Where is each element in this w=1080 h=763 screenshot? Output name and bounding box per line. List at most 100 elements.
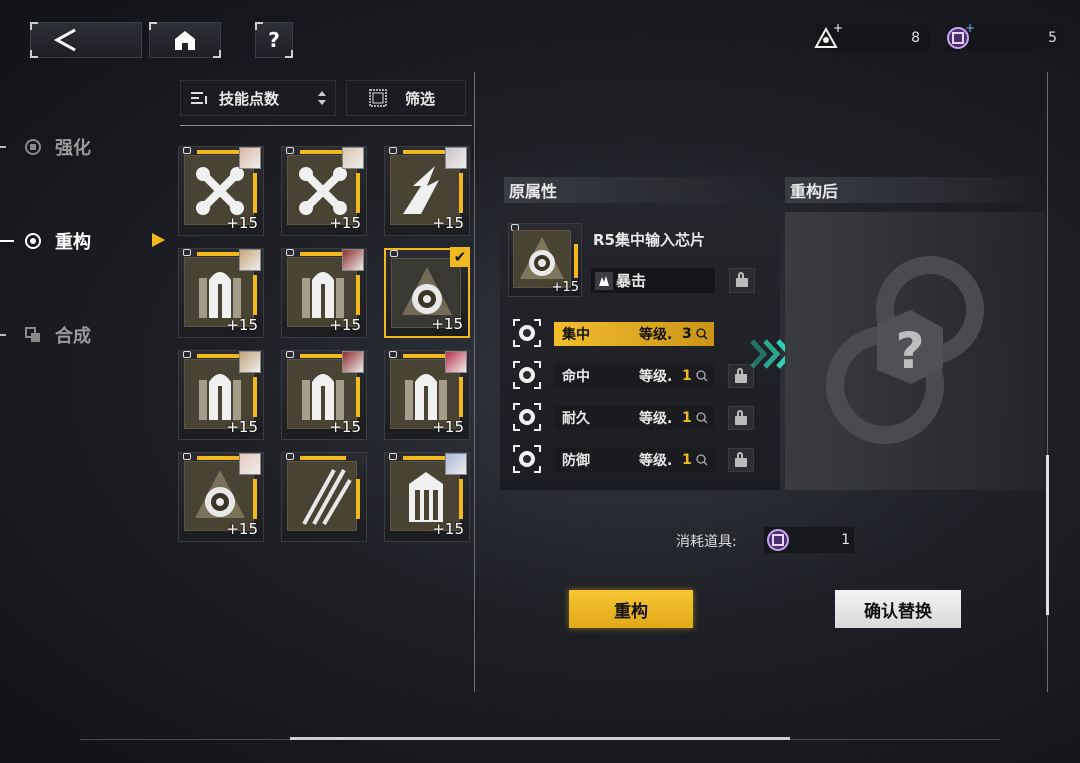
crit-icon xyxy=(595,271,613,290)
chip-card[interactable]: +15 xyxy=(281,248,367,338)
chip-card[interactable]: +15 xyxy=(384,350,470,440)
accuracy-icon xyxy=(513,361,541,389)
skill-box: 暴击 xyxy=(591,268,715,293)
filter-label: 筛选 xyxy=(405,89,436,108)
chip-card[interactable]: +15 xyxy=(281,146,367,236)
chip-bar xyxy=(403,456,449,460)
chip-bonus: +15 xyxy=(432,418,464,436)
chip-bonus: +15 xyxy=(226,418,258,436)
help-button[interactable]: ? xyxy=(255,22,293,58)
lock-icon xyxy=(183,453,191,460)
chip-bar xyxy=(197,150,243,154)
check-icon: ✔ xyxy=(450,247,470,267)
stat-box: 命中 等级. 1 xyxy=(554,364,714,388)
back-button[interactable] xyxy=(30,22,142,58)
reconstruct-token-icon: + xyxy=(947,23,975,49)
confirm-replace-button[interactable]: 确认替换 xyxy=(835,590,961,628)
chip-card[interactable]: +15 xyxy=(384,146,470,236)
chip-bar xyxy=(253,377,257,417)
chip-card[interactable]: ✔ +15 xyxy=(384,247,470,338)
sort-updown-icon xyxy=(318,91,326,105)
original-chip-card: +15 xyxy=(508,223,582,297)
svg-text:+: + xyxy=(965,23,975,35)
chip-bar xyxy=(197,354,243,358)
stat-level: 1 xyxy=(682,452,692,468)
question-icon: ? xyxy=(268,28,280,52)
reconstruct-button-label: 重构 xyxy=(614,601,648,622)
character-avatar xyxy=(239,249,261,271)
chip-bar xyxy=(356,377,360,417)
stat-level-label: 等级. xyxy=(639,411,673,427)
character-avatar xyxy=(239,351,261,373)
chip-card[interactable]: +15 xyxy=(281,350,367,440)
lock-icon xyxy=(735,409,747,425)
chip-card[interactable]: +15 xyxy=(384,452,470,542)
lock-icon xyxy=(286,147,294,154)
nav-label: 合成 xyxy=(55,326,91,347)
chip-bar xyxy=(300,354,346,358)
filter-button[interactable]: 筛选 xyxy=(346,80,466,116)
lock-icon xyxy=(183,147,191,154)
svg-text:+: + xyxy=(833,23,843,35)
nav-item-reconstruct[interactable]: 重构 xyxy=(0,221,150,261)
lock-icon xyxy=(390,250,398,257)
bottom-progress xyxy=(290,737,790,740)
character-avatar xyxy=(445,147,467,169)
stat-row: 耐久 等级. 1 xyxy=(510,402,760,436)
cost-value: 1 xyxy=(841,532,850,548)
stat-box: 集中 等级. 3 xyxy=(554,322,714,346)
chip-bar xyxy=(459,173,463,213)
character-avatar xyxy=(239,147,261,169)
chip-bar xyxy=(253,173,257,213)
stat-level-label: 等级. xyxy=(639,327,673,343)
right-scrollbar[interactable] xyxy=(1046,455,1049,615)
reconstruct-button[interactable]: 重构 xyxy=(569,590,693,628)
zoom-icon xyxy=(696,328,708,340)
chip-bar xyxy=(300,252,346,256)
lock-icon xyxy=(736,272,748,287)
lock-icon xyxy=(183,249,191,256)
lock-icon xyxy=(286,453,294,460)
lock-icon xyxy=(735,367,747,383)
stat-lock-button[interactable] xyxy=(728,406,754,430)
character-avatar xyxy=(342,351,364,373)
defense-icon xyxy=(513,445,541,473)
zoom-icon xyxy=(696,454,708,466)
chip-card[interactable] xyxy=(281,452,367,542)
chip-bar xyxy=(356,173,360,213)
back-arrow-icon xyxy=(53,28,76,52)
synthesize-icon xyxy=(25,327,40,342)
reconstruct-token-icon xyxy=(767,529,789,551)
character-avatar xyxy=(342,147,364,169)
resource-reconstruct-token: + 5 xyxy=(945,23,1067,51)
stat-level-label: 等级. xyxy=(639,369,673,385)
nav-item-synthesize[interactable]: 合成 xyxy=(0,315,150,355)
chip-bonus: +15 xyxy=(329,214,361,232)
chip-bar xyxy=(197,456,243,460)
character-avatar xyxy=(342,249,364,271)
enhance-icon xyxy=(25,139,41,155)
result-header: 重构后 xyxy=(785,177,1045,203)
chip-bonus: +15 xyxy=(226,214,258,232)
unknown-chip-icon: ? xyxy=(826,256,984,444)
skill-lock-button[interactable] xyxy=(729,268,755,293)
chip-card[interactable]: +15 xyxy=(178,146,264,236)
chip-bar xyxy=(356,479,360,519)
focus-icon xyxy=(513,319,541,347)
lock-icon xyxy=(183,351,191,358)
chip-card[interactable]: +15 xyxy=(178,452,264,542)
chip-bar xyxy=(403,354,449,358)
sort-dropdown[interactable]: 技能点数 xyxy=(180,80,336,116)
stat-lock-button[interactable] xyxy=(728,448,754,472)
chip-bonus: +15 xyxy=(226,316,258,334)
stat-row: 集中 等级. 3 xyxy=(510,318,760,352)
home-icon xyxy=(175,31,195,50)
svg-text:?: ? xyxy=(895,322,924,380)
nav-item-enhance[interactable]: 强化 xyxy=(0,127,150,167)
chip-card[interactable]: +15 xyxy=(178,350,264,440)
home-button[interactable] xyxy=(149,22,221,58)
zoom-icon xyxy=(696,412,708,424)
chip-card[interactable]: +15 xyxy=(178,248,264,338)
stat-name: 集中 xyxy=(562,327,590,343)
confirm-replace-label: 确认替换 xyxy=(864,601,932,622)
